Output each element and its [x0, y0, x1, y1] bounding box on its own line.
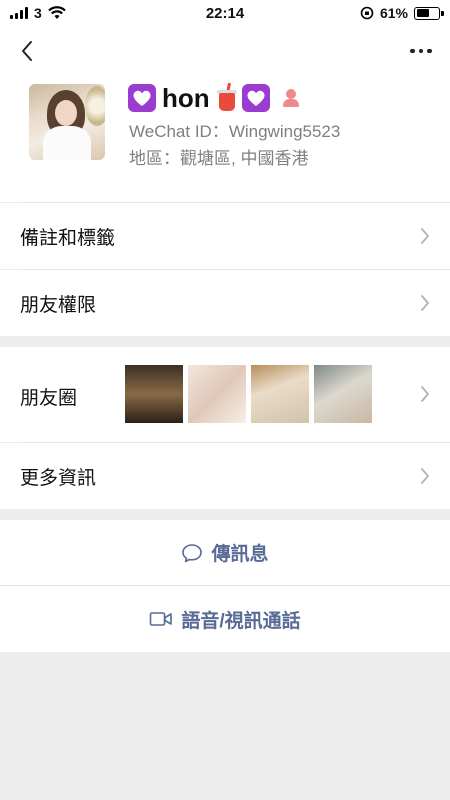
more-info-label: 更多資訊 — [20, 468, 97, 489]
battery-icon — [414, 6, 444, 20]
profile-name: hon — [162, 82, 210, 113]
chevron-left-icon — [22, 41, 32, 61]
video-camera-icon — [150, 612, 173, 626]
purple-heart-emoji-icon — [241, 84, 270, 112]
more-info-row[interactable]: 更多資訊 — [0, 443, 450, 509]
female-icon — [280, 87, 302, 109]
send-message-button[interactable]: 傳訊息 — [0, 520, 450, 585]
remarks-tags-label: 備註和標籤 — [20, 228, 116, 249]
battery-percent: 61% — [379, 5, 408, 21]
chat-bubble-icon — [182, 543, 203, 562]
status-bar: 3 22:14 61% — [0, 0, 450, 26]
more-button[interactable] — [406, 39, 436, 63]
wechat-id: WeChat ID：Wingwing5523 — [129, 122, 341, 141]
moments-thumbnail — [188, 365, 246, 423]
voice-video-call-button[interactable]: 語音/視訊通話 — [0, 586, 450, 652]
purple-heart-emoji-icon — [128, 84, 156, 112]
chevron-right-icon — [421, 295, 429, 311]
orientation-lock-icon — [360, 6, 374, 20]
bubble-tea-emoji-icon — [216, 82, 238, 113]
friend-permissions-label: 朋友權限 — [20, 295, 97, 316]
moments-label: 朋友圈 — [20, 388, 78, 409]
voice-video-call-label: 語音/視訊通話 — [181, 610, 301, 632]
status-right: 61% — [360, 5, 444, 21]
moments-thumbnail — [125, 365, 183, 423]
chevron-right-icon — [421, 468, 429, 484]
moments-thumbnail — [314, 365, 372, 423]
send-message-label: 傳訊息 — [211, 544, 269, 565]
remarks-tags-row[interactable]: 備註和標籤 — [0, 203, 450, 269]
profile-header: hon WeChat ID：Wingwing5523 地區：觀塘區, 中國香港 — [0, 76, 450, 202]
chevron-right-icon — [421, 228, 429, 244]
profile-name-row: hon — [128, 80, 302, 116]
moments-thumbnail — [251, 365, 309, 423]
back-button[interactable] — [12, 36, 42, 66]
nav-bar — [0, 26, 450, 76]
avatar[interactable] — [29, 84, 105, 160]
region: 地區：觀塘區, 中國香港 — [129, 149, 309, 168]
moments-thumbnails — [125, 365, 372, 423]
chevron-right-icon — [421, 386, 429, 402]
friend-permissions-row[interactable]: 朋友權限 — [0, 270, 450, 336]
moments-row[interactable]: 朋友圈 — [0, 347, 450, 442]
more-dots-icon — [410, 48, 415, 54]
